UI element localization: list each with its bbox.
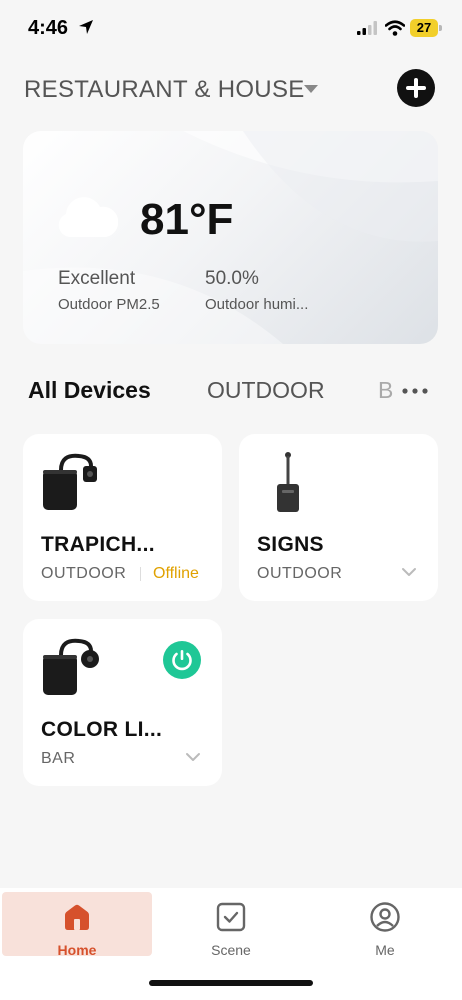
device-status-offline: Offline <box>153 565 199 582</box>
power-icon <box>172 650 192 671</box>
nav-scene[interactable]: Scene <box>156 892 306 958</box>
status-time: 4:46 <box>28 17 69 39</box>
add-device-button[interactable] <box>397 69 435 107</box>
status-bar: 4:46 27 <box>0 0 462 56</box>
device-name: TRAPICH... <box>41 533 155 556</box>
plus-icon <box>406 78 426 98</box>
home-icon <box>65 904 89 930</box>
outdoor-plug-image <box>43 638 99 695</box>
nav-home[interactable]: Home <box>2 892 152 958</box>
tab-truncated[interactable]: B <box>378 377 393 404</box>
location-arrow-icon <box>79 20 93 34</box>
power-toggle-button[interactable] <box>163 641 201 679</box>
caret-down-icon[interactable] <box>303 84 319 94</box>
home-indicator <box>149 980 313 986</box>
device-room: BAR <box>41 750 76 767</box>
pm25-label: Outdoor PM2.5 <box>58 296 160 313</box>
chevron-down-icon[interactable] <box>401 567 417 577</box>
nav-home-label: Home <box>57 942 97 958</box>
temperature: 81°F <box>140 195 234 244</box>
signal-icon <box>357 21 377 35</box>
device-room: OUTDOOR <box>257 565 343 582</box>
weather-card[interactable]: 81°F Excellent Outdoor PM2.5 50.0% Outdo… <box>23 131 438 344</box>
nav-me[interactable]: Me <box>310 892 460 958</box>
battery-tip <box>439 25 442 31</box>
nav-scene-label: Scene <box>211 942 251 958</box>
divider <box>140 567 141 581</box>
chevron-down-icon[interactable] <box>185 752 201 762</box>
humidity-value: 50.0% <box>205 268 259 289</box>
device-name: SIGNS <box>257 533 324 556</box>
more-icon[interactable] <box>402 388 428 394</box>
device-card[interactable]: COLOR LI... BAR <box>23 619 222 786</box>
device-card[interactable]: SIGNS OUTDOOR <box>239 434 438 601</box>
tab-outdoor[interactable]: OUTDOOR <box>207 377 325 404</box>
outdoor-plug-antenna-image <box>277 452 299 512</box>
humidity-label: Outdoor humi... <box>205 296 309 313</box>
tab-all-devices[interactable]: All Devices <box>28 377 151 404</box>
outdoor-plug-image <box>43 453 97 510</box>
device-name: COLOR LI... <box>41 718 163 741</box>
pm25-value: Excellent <box>58 268 136 289</box>
device-room: OUTDOOR <box>41 565 127 582</box>
scene-check-icon <box>216 902 246 932</box>
home-selector[interactable]: RESTAURANT & HOUSE <box>24 76 305 104</box>
user-icon <box>370 902 400 932</box>
cloud-icon <box>58 197 118 237</box>
nav-me-label: Me <box>375 942 395 958</box>
battery-icon: 27 <box>410 19 438 37</box>
wifi-icon <box>385 20 405 36</box>
device-card[interactable]: TRAPICH... OUTDOOR Offline <box>23 434 222 601</box>
